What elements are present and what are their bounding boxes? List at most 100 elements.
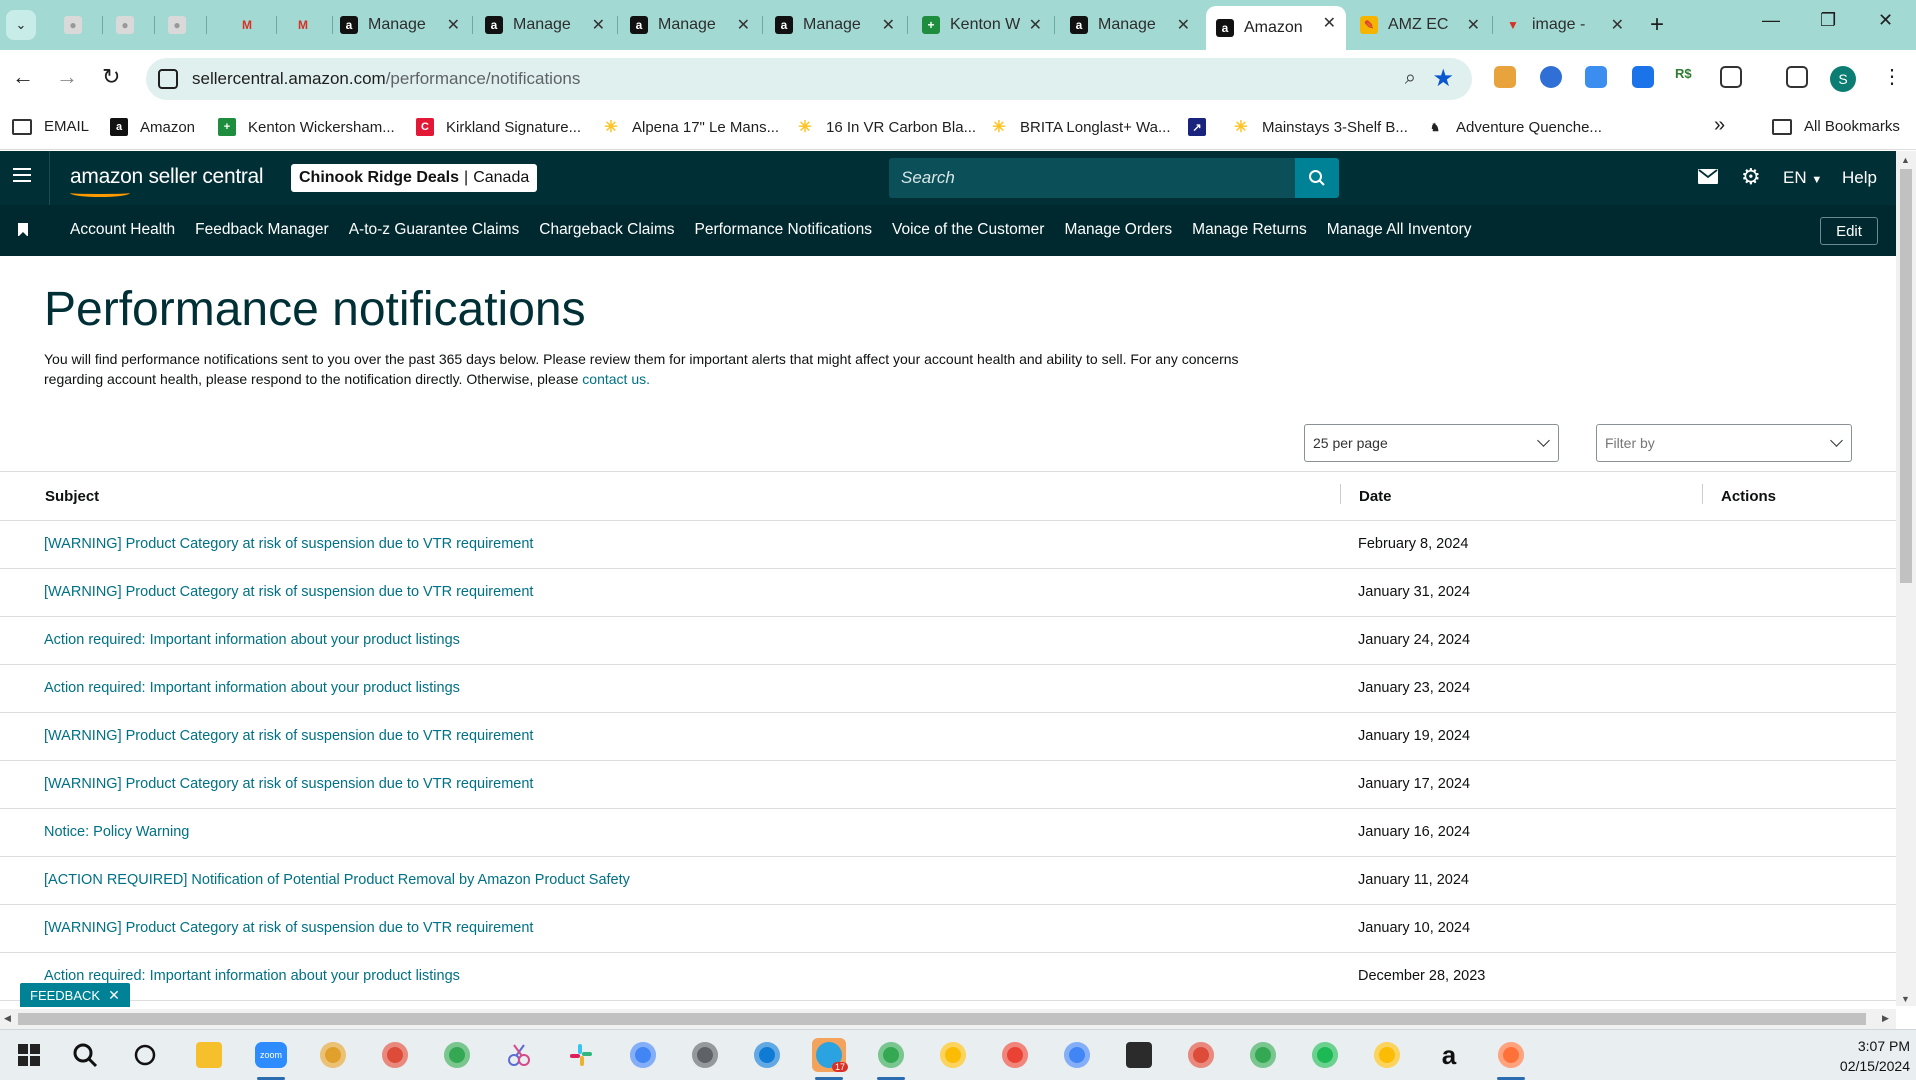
tab-search-chevron-icon[interactable]: ⌄	[6, 10, 36, 40]
nav-link[interactable]: A-to-z Guarantee Claims	[349, 221, 520, 239]
side-panel-icon[interactable]	[1786, 66, 1808, 88]
nav-link[interactable]: Feedback Manager	[195, 221, 329, 239]
search-box[interactable]	[889, 158, 1295, 198]
browser-tab[interactable]: a Manage ✕	[765, 8, 905, 42]
vertical-scrollbar[interactable]: ▲ ▼	[1896, 151, 1916, 1006]
bookmark-star-icon[interactable]: ★	[1432, 64, 1454, 93]
browser-tab[interactable]: a Manage ✕	[330, 8, 470, 42]
browser-tab[interactable]: M	[284, 8, 330, 42]
all-bookmarks-button[interactable]: All Bookmarks	[1772, 118, 1900, 135]
spotify-icon[interactable]	[1308, 1038, 1342, 1072]
extension-link-icon[interactable]	[1585, 66, 1607, 88]
task-view-icon[interactable]	[128, 1038, 162, 1072]
search-icon[interactable]	[68, 1038, 102, 1072]
browser-menu-icon[interactable]: ⋮	[1882, 64, 1902, 89]
bookmark-item[interactable]: EMAIL	[12, 118, 89, 135]
scroll-down-icon[interactable]: ▼	[1901, 994, 1910, 1004]
close-tab-icon[interactable]: ✕	[1467, 15, 1480, 35]
bookmark-item[interactable]: C Kirkland Signature...	[416, 118, 581, 136]
nav-link[interactable]: Performance Notifications	[695, 221, 872, 239]
help-link[interactable]: Help	[1842, 168, 1877, 188]
notification-subject-link[interactable]: [WARNING] Product Category at risk of su…	[44, 920, 533, 936]
notification-subject-link[interactable]: Action required: Important information a…	[44, 680, 460, 696]
store-switcher[interactable]: Chinook Ridge Deals | Canada	[291, 164, 538, 192]
telegram-icon[interactable]: 17	[812, 1038, 848, 1080]
firefox-icon[interactable]	[1494, 1038, 1528, 1080]
edge-icon[interactable]	[750, 1038, 784, 1072]
notification-subject-link[interactable]: Action required: Important information a…	[44, 968, 460, 984]
bookmark-icon[interactable]	[18, 223, 28, 237]
close-tab-icon[interactable]: ✕	[592, 15, 605, 35]
nav-link[interactable]: Voice of the Customer	[892, 221, 1045, 239]
slack-icon[interactable]	[564, 1038, 598, 1072]
close-tab-icon[interactable]: ✕	[1177, 15, 1190, 35]
browser-tab[interactable]: ●	[106, 8, 152, 42]
hamburger-menu-icon[interactable]	[13, 168, 31, 184]
close-icon[interactable]: ✕	[108, 987, 120, 1004]
notification-subject-link[interactable]: Action required: Important information a…	[44, 632, 460, 648]
chrome-icon[interactable]	[688, 1038, 722, 1072]
zoom-icon[interactable]: ⌕	[1405, 67, 1416, 90]
back-icon[interactable]: ←	[12, 64, 34, 90]
close-tab-icon[interactable]: ✕	[882, 15, 895, 35]
extension-rs-icon[interactable]: R$	[1675, 66, 1697, 88]
scrollbar-thumb[interactable]	[1900, 169, 1912, 583]
nav-link[interactable]: Manage Orders	[1064, 221, 1172, 239]
chrome-icon[interactable]	[936, 1038, 970, 1072]
close-tab-icon[interactable]: ✕	[1611, 15, 1624, 35]
extension-ok-icon[interactable]	[1632, 66, 1654, 88]
minimize-icon[interactable]: —	[1762, 10, 1780, 31]
per-page-select[interactable]: 25 per page	[1304, 424, 1559, 462]
chrome-icon[interactable]	[1246, 1038, 1280, 1072]
site-info-icon[interactable]	[158, 69, 178, 89]
horizontal-scrollbar[interactable]: ◀ ▶	[0, 1009, 1896, 1029]
scrollbar-thumb[interactable]	[18, 1013, 1866, 1025]
extension-gear-icon[interactable]	[1540, 66, 1562, 88]
chrome-icon[interactable]	[1370, 1038, 1404, 1072]
nav-link[interactable]: Manage All Inventory	[1327, 221, 1472, 239]
edit-nav-button[interactable]: Edit	[1820, 217, 1878, 245]
chrome-icon[interactable]	[316, 1038, 350, 1072]
nav-link[interactable]: Account Health	[70, 221, 175, 239]
system-clock[interactable]: 3:07 PM 02/15/2024	[1826, 1036, 1910, 1076]
language-selector[interactable]: EN ▼	[1783, 168, 1822, 188]
chrome-icon[interactable]	[626, 1038, 660, 1072]
browser-tab[interactable]: ▼ image - ✕	[1494, 8, 1634, 42]
browser-tab[interactable]: a Manage ✕	[475, 8, 615, 42]
address-bar[interactable]: sellercentral.amazon.com/performance/not…	[146, 58, 1472, 100]
date-header[interactable]: Date	[1359, 488, 1392, 505]
browser-tab[interactable]: ●	[54, 8, 100, 42]
mail-icon[interactable]	[1698, 167, 1718, 190]
chrome-icon[interactable]	[874, 1038, 908, 1080]
profile-avatar[interactable]: S	[1830, 66, 1856, 92]
windows-start-icon[interactable]	[12, 1038, 46, 1072]
close-tab-icon[interactable]: ✕	[737, 15, 750, 35]
sticky-notes-icon[interactable]	[1122, 1038, 1156, 1072]
reload-icon[interactable]: ↻	[102, 64, 120, 90]
chrome-icon[interactable]	[1060, 1038, 1094, 1072]
file-explorer-icon[interactable]	[192, 1038, 226, 1072]
url-text[interactable]: sellercentral.amazon.com/performance/not…	[192, 69, 580, 89]
forward-icon[interactable]: →	[56, 64, 78, 90]
nav-link[interactable]: Chargeback Claims	[539, 221, 674, 239]
notification-subject-link[interactable]: [WARNING] Product Category at risk of su…	[44, 728, 533, 744]
chrome-icon[interactable]	[998, 1038, 1032, 1072]
close-tab-icon[interactable]: ✕	[1029, 15, 1042, 35]
bookmark-item[interactable]: ✳ Alpena 17" Le Mans...	[602, 118, 779, 137]
search-input[interactable]	[889, 158, 1295, 198]
snipping-tool-icon[interactable]	[502, 1038, 536, 1072]
chrome-icon[interactable]	[440, 1038, 474, 1072]
bookmark-item[interactable]: a Amazon	[110, 118, 195, 136]
contact-us-link[interactable]: contact us.	[582, 371, 650, 387]
notification-subject-link[interactable]: [ACTION REQUIRED] Notification of Potent…	[44, 872, 630, 888]
zoom-icon[interactable]: zoom	[254, 1038, 288, 1080]
browser-tab[interactable]: a Amazon ✕	[1206, 6, 1346, 50]
bookmark-item[interactable]: ♞ Adventure Quenche...	[1426, 118, 1602, 136]
scroll-up-icon[interactable]: ▲	[1901, 155, 1910, 165]
more-bookmarks-button[interactable]: »	[1714, 114, 1725, 137]
browser-tab[interactable]: ✎ AMZ EC ✕	[1350, 8, 1490, 42]
browser-tab[interactable]: a Manage ✕	[1060, 8, 1200, 42]
bookmark-item[interactable]: ✳ 16 In VR Carbon Bla...	[796, 118, 976, 137]
close-window-icon[interactable]: ✕	[1878, 10, 1893, 31]
settings-gear-icon[interactable]: ⚙	[1741, 164, 1761, 190]
